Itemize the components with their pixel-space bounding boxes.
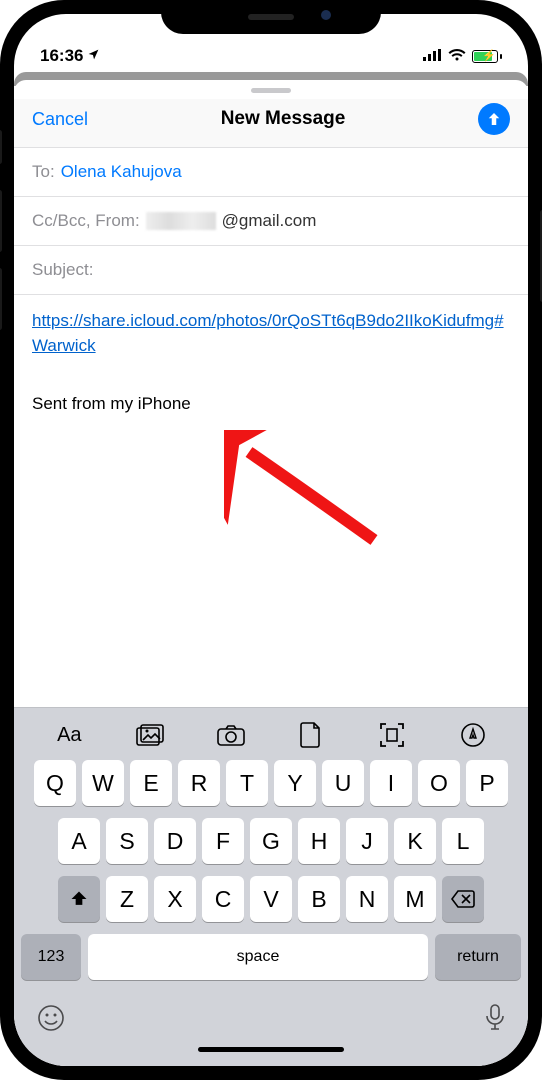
keyboard-row-4: 123 space return (19, 934, 523, 980)
numbers-key[interactable]: 123 (21, 934, 81, 980)
icloud-share-link[interactable]: https://share.icloud.com/photos/0rQoSTt6… (32, 311, 504, 355)
keyboard-row-3: Z X C V B N M (19, 876, 523, 922)
key-h[interactable]: H (298, 818, 340, 864)
key-o[interactable]: O (418, 760, 460, 806)
scan-document-button[interactable] (377, 722, 407, 748)
key-j[interactable]: J (346, 818, 388, 864)
battery-icon: ⚡ (472, 50, 502, 63)
key-i[interactable]: I (370, 760, 412, 806)
sheet-grabber[interactable] (251, 88, 291, 93)
key-t[interactable]: T (226, 760, 268, 806)
wifi-icon (448, 46, 466, 66)
key-l[interactable]: L (442, 818, 484, 864)
key-s[interactable]: S (106, 818, 148, 864)
key-z[interactable]: Z (106, 876, 148, 922)
keyboard-toolbar: Aa (19, 716, 523, 760)
to-field[interactable]: To: Olena Kahujova (14, 148, 528, 197)
volume-down-button (0, 268, 2, 330)
key-r[interactable]: R (178, 760, 220, 806)
key-v[interactable]: V (250, 876, 292, 922)
redacted-email-prefix (146, 212, 216, 230)
ccbcc-from-field[interactable]: Cc/Bcc, From: @gmail.com (14, 197, 528, 246)
cellular-signal-icon (423, 46, 442, 66)
arrow-up-icon (485, 110, 503, 128)
key-c[interactable]: C (202, 876, 244, 922)
backspace-icon (451, 890, 475, 908)
cancel-button[interactable]: Cancel (32, 109, 88, 130)
key-e[interactable]: E (130, 760, 172, 806)
message-body[interactable]: https://share.icloud.com/photos/0rQoSTt6… (14, 295, 528, 707)
dictation-button[interactable] (485, 1004, 505, 1037)
attach-document-button[interactable] (296, 722, 326, 748)
to-label: To: (32, 162, 55, 182)
volume-up-button (0, 190, 2, 252)
return-key[interactable]: return (435, 934, 521, 980)
key-k[interactable]: K (394, 818, 436, 864)
send-button[interactable] (478, 103, 510, 135)
key-f[interactable]: F (202, 818, 244, 864)
subject-label: Subject: (32, 260, 93, 280)
backspace-key[interactable] (442, 876, 484, 922)
emoji-button[interactable] (37, 1004, 65, 1037)
compose-sheet: Cancel New Message To: Olena Kahujova Cc… (14, 80, 528, 1066)
keyboard-row-2: A S D F G H J K L (19, 818, 523, 864)
mute-switch (0, 130, 2, 164)
key-a[interactable]: A (58, 818, 100, 864)
page-title: New Message (221, 108, 346, 130)
key-x[interactable]: X (154, 876, 196, 922)
space-key[interactable]: space (88, 934, 428, 980)
photo-library-button[interactable] (135, 722, 165, 748)
location-services-icon (87, 48, 100, 64)
home-indicator[interactable] (198, 1047, 344, 1052)
emoji-icon (37, 1004, 65, 1032)
key-q[interactable]: Q (34, 760, 76, 806)
key-b[interactable]: B (298, 876, 340, 922)
microphone-icon (485, 1004, 505, 1032)
shift-key[interactable] (58, 876, 100, 922)
subject-field[interactable]: Subject: (14, 246, 528, 295)
keyboard: Aa (14, 707, 528, 1066)
from-email-suffix: @gmail.com (222, 211, 317, 231)
shift-icon (69, 889, 89, 909)
notch (161, 0, 381, 34)
status-time: 16:36 (40, 46, 83, 66)
key-d[interactable]: D (154, 818, 196, 864)
key-p[interactable]: P (466, 760, 508, 806)
key-y[interactable]: Y (274, 760, 316, 806)
keyboard-bottom-bar (19, 992, 523, 1037)
key-n[interactable]: N (346, 876, 388, 922)
ccbcc-from-label: Cc/Bcc, From: (32, 211, 140, 231)
screen: 16:36 ⚡ Cance (14, 14, 528, 1066)
key-m[interactable]: M (394, 876, 436, 922)
markup-button[interactable] (458, 722, 488, 748)
format-text-button[interactable]: Aa (54, 722, 84, 748)
camera-button[interactable] (216, 722, 246, 748)
keyboard-row-1: Q W E R T Y U I O P (19, 760, 523, 806)
email-signature: Sent from my iPhone (32, 392, 510, 417)
key-u[interactable]: U (322, 760, 364, 806)
header-bar: Cancel New Message (14, 99, 528, 148)
key-w[interactable]: W (82, 760, 124, 806)
phone-frame: 16:36 ⚡ Cance (0, 0, 542, 1080)
key-g[interactable]: G (250, 818, 292, 864)
to-recipient[interactable]: Olena Kahujova (61, 162, 182, 182)
